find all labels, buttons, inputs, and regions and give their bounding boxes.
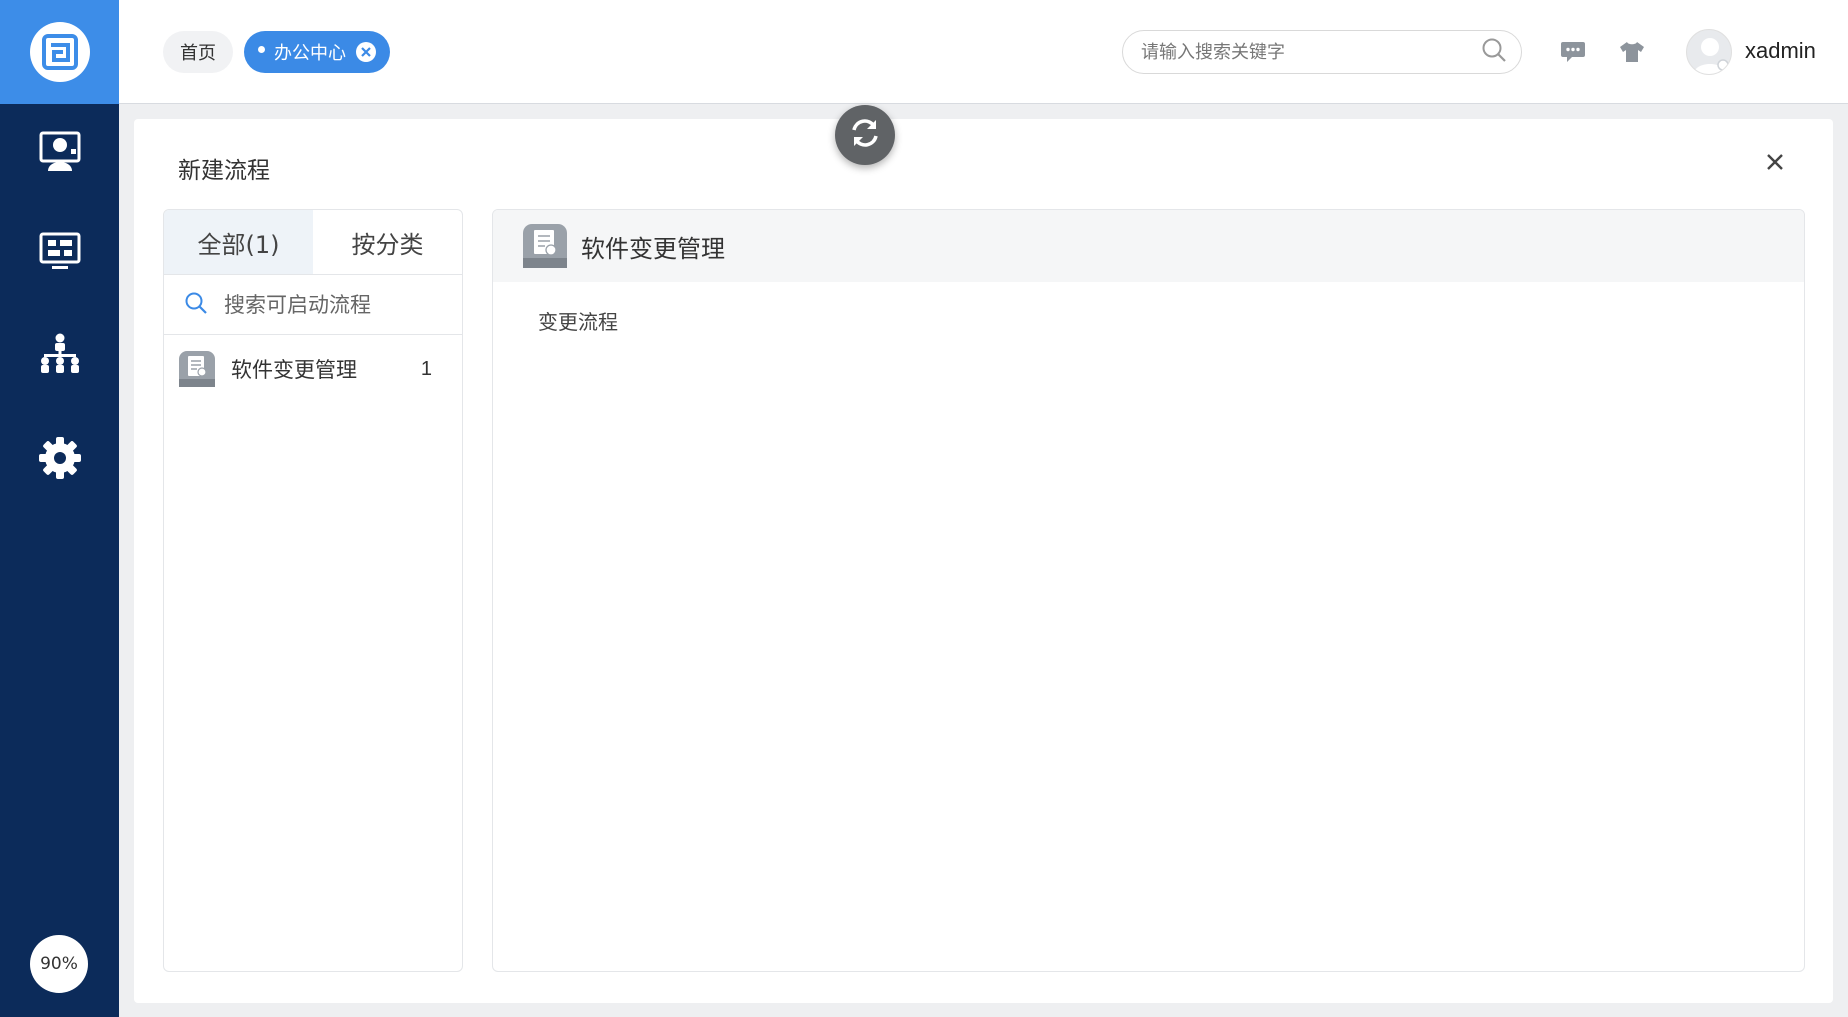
close-icon	[1766, 153, 1784, 175]
sidebar-item-personal[interactable]	[0, 104, 119, 204]
process-search-input[interactable]	[224, 292, 444, 317]
app-logo[interactable]	[0, 0, 119, 104]
dialog-close-button[interactable]	[1763, 152, 1787, 176]
detail-header: 软件变更管理	[493, 210, 1804, 282]
new-process-dialog: 新建流程 全部(1) 按分类 软件变更管理	[134, 119, 1833, 1003]
process-name: 软件变更管理	[231, 358, 357, 382]
search-icon[interactable]	[1481, 37, 1507, 67]
process-tabs: 全部(1) 按分类	[164, 210, 462, 275]
process-search	[164, 275, 462, 335]
top-header: 首页 办公中心 xadmin	[119, 0, 1848, 104]
detail-title: 软件变更管理	[581, 234, 725, 263]
sidebar-item-settings[interactable]	[0, 410, 119, 510]
org-chart-icon	[37, 332, 83, 378]
sidebar-item-dashboard[interactable]	[0, 204, 119, 304]
username[interactable]: xadmin	[1745, 38, 1816, 64]
zoom-level-badge[interactable]: 90%	[30, 935, 88, 993]
tab-office-center-label: 办公中心	[274, 43, 346, 64]
tab-home-label: 首页	[180, 43, 216, 64]
process-list-pane: 全部(1) 按分类 软件变更管理 1	[163, 209, 463, 972]
search-icon	[184, 291, 208, 319]
sidebar-item-organization[interactable]	[0, 305, 119, 405]
tab-office-center[interactable]: 办公中心	[244, 31, 390, 73]
tab-home[interactable]: 首页	[163, 31, 233, 73]
refresh-button[interactable]	[835, 105, 895, 165]
tab-all[interactable]: 全部(1)	[164, 210, 313, 274]
refresh-icon	[848, 116, 882, 154]
tab-close-icon[interactable]	[356, 42, 376, 62]
detail-body: 变更流程	[493, 282, 1804, 335]
process-detail-pane: 软件变更管理 变更流程	[492, 209, 1805, 972]
flow-item[interactable]: 变更流程	[538, 310, 618, 334]
message-icon[interactable]	[1559, 38, 1587, 66]
avatar[interactable]	[1686, 29, 1732, 75]
dashboard-icon	[38, 231, 82, 277]
active-dot-icon	[258, 45, 265, 53]
global-search	[1122, 30, 1522, 74]
document-icon	[179, 351, 215, 387]
tab-by-category[interactable]: 按分类	[313, 210, 462, 274]
process-count: 1	[420, 357, 432, 380]
user-monitor-icon	[38, 131, 82, 177]
logo-icon	[29, 22, 90, 82]
skin-shirt-icon[interactable]	[1618, 38, 1646, 66]
dialog-title: 新建流程	[178, 158, 270, 184]
list-item[interactable]: 软件变更管理 1	[164, 335, 462, 403]
sidebar: 90%	[0, 0, 119, 1017]
search-input[interactable]	[1141, 41, 1481, 63]
document-icon	[523, 224, 567, 268]
gear-icon	[38, 436, 82, 484]
